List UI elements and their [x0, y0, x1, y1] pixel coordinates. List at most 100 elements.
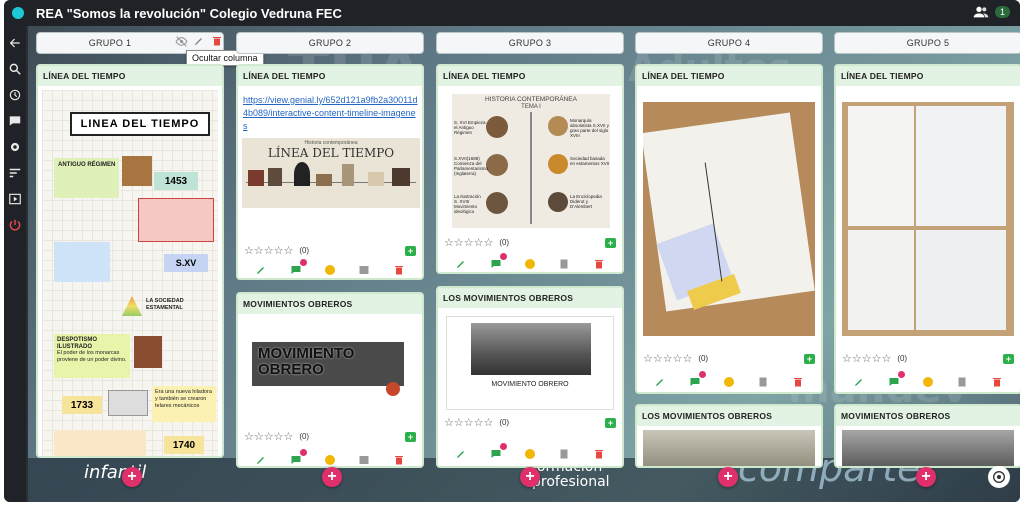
- info-icon[interactable]: [524, 258, 536, 270]
- card-linea-tiempo-g2[interactable]: LÍNEA DEL TIEMPO https://view.genial.ly/…: [236, 64, 424, 280]
- star-rating[interactable]: ☆☆☆☆☆ (0): [244, 244, 309, 257]
- add-card-button-grupo-4[interactable]: +: [718, 467, 738, 487]
- rating-count: (0): [299, 432, 310, 441]
- hide-eye-icon[interactable]: [174, 34, 188, 48]
- card-movimientos-obreros-g4[interactable]: LOS MOVIMIENTOS OBREROS: [635, 404, 823, 468]
- add-comment-button[interactable]: +: [1003, 354, 1014, 364]
- add-comment-button[interactable]: +: [804, 354, 815, 364]
- info-icon[interactable]: [324, 454, 336, 466]
- edit-pencil-icon[interactable]: [853, 376, 865, 388]
- poster-year: 1453: [154, 172, 198, 190]
- app-logo[interactable]: [12, 7, 24, 19]
- info-icon[interactable]: [723, 376, 735, 388]
- assistant-logo-icon[interactable]: [988, 466, 1010, 488]
- add-comment-button[interactable]: +: [405, 246, 416, 256]
- card-image[interactable]: [842, 430, 1014, 466]
- movimiento-slide-image[interactable]: MOVIMIENTO OBRERO: [446, 316, 614, 410]
- chat-icon[interactable]: [8, 114, 22, 128]
- star-rating[interactable]: ☆☆☆☆☆ (0): [842, 352, 907, 365]
- document-icon[interactable]: [956, 376, 968, 388]
- delete-trash-icon[interactable]: [210, 34, 224, 48]
- add-card-button-grupo-5[interactable]: +: [916, 467, 936, 487]
- slide-thumb: [368, 172, 384, 186]
- delete-trash-icon[interactable]: [393, 264, 405, 276]
- card-movimientos-obreros-g2[interactable]: MOVIMIENTOS OBREROS MOVIMIENTO OBRERO ☆☆…: [236, 292, 424, 468]
- card-linea-tiempo-g4[interactable]: LÍNEA DEL TIEMPO ☆☆☆☆☆ (0) +: [635, 64, 823, 394]
- document-icon[interactable]: [757, 376, 769, 388]
- genially-slide-image[interactable]: Historia contemporánea LÍNEA DEL TIEMPO: [242, 138, 420, 208]
- card-movimientos-obreros-g5[interactable]: MOVIMIENTOS OBREROS: [834, 404, 1020, 468]
- card-image[interactable]: [643, 430, 815, 466]
- column-title: GRUPO 5: [906, 38, 950, 48]
- star-rating[interactable]: ☆☆☆☆☆ (0): [444, 416, 509, 429]
- add-comment-button[interactable]: +: [605, 418, 616, 428]
- edit-pencil-icon[interactable]: [192, 34, 206, 48]
- history-thumb: [548, 116, 568, 136]
- movimiento-obrero-image[interactable]: MOVIMIENTO OBRERO: [252, 342, 404, 386]
- board-canvas: TUA Adultos mar.dev infantil formación p…: [28, 26, 1020, 502]
- add-card-button-grupo-2[interactable]: +: [322, 467, 342, 487]
- search-icon[interactable]: [8, 62, 22, 76]
- card-movimientos-obreros-g3[interactable]: LOS MOVIMIENTOS OBREROS MOVIMIENTO OBRER…: [436, 286, 624, 468]
- star-rating[interactable]: ☆☆☆☆☆ (0): [643, 352, 708, 365]
- card-title: LOS MOVIMIENTOS OBREROS: [438, 288, 622, 308]
- edit-pencil-icon[interactable]: [455, 258, 467, 270]
- info-icon[interactable]: [324, 264, 336, 276]
- history-slide-image[interactable]: HISTORIA CONTEMPORÁNEA TEMA I S. XVI Emp…: [452, 94, 610, 228]
- online-users[interactable]: 1: [973, 4, 1010, 20]
- sort-icon[interactable]: [8, 166, 22, 180]
- comments-icon[interactable]: [490, 443, 507, 460]
- handmade-timeline-photo[interactable]: [643, 102, 815, 336]
- delete-trash-icon[interactable]: [593, 258, 605, 270]
- add-comment-button[interactable]: +: [405, 432, 416, 442]
- settings-gear-icon[interactable]: [8, 140, 22, 154]
- add-card-button-grupo-1[interactable]: +: [122, 467, 142, 487]
- card-linea-tiempo-g3[interactable]: LÍNEA DEL TIEMPO HISTORIA CONTEMPORÁNEA …: [436, 64, 624, 274]
- comments-icon[interactable]: [689, 371, 706, 388]
- poster-text: DESPOTISMO ILUSTRADO: [57, 337, 98, 350]
- sidebar: [4, 26, 26, 502]
- edit-pencil-icon[interactable]: [255, 454, 267, 466]
- column-header-grupo-5[interactable]: GRUPO 5: [834, 32, 1020, 54]
- document-icon[interactable]: [558, 448, 570, 460]
- comments-icon[interactable]: [490, 253, 507, 270]
- edit-pencil-icon[interactable]: [255, 264, 267, 276]
- info-icon[interactable]: [524, 448, 536, 460]
- column-header-grupo-2[interactable]: GRUPO 2: [236, 32, 424, 54]
- handmade-timeline-photo[interactable]: [842, 102, 1014, 336]
- info-icon[interactable]: [922, 376, 934, 388]
- genially-link[interactable]: https://view.genial.ly/652d121a9fb2a3001…: [243, 94, 419, 133]
- add-comment-button[interactable]: +: [605, 238, 616, 248]
- delete-trash-icon[interactable]: [393, 454, 405, 466]
- power-icon[interactable]: [8, 218, 22, 232]
- back-arrow-icon[interactable]: [8, 36, 22, 50]
- document-icon[interactable]: [558, 258, 570, 270]
- card-linea-tiempo-g1[interactable]: LÍNEA DEL TIEMPO LINEA DEL TIEMPO ANTIGU…: [36, 64, 224, 458]
- delete-trash-icon[interactable]: [792, 376, 804, 388]
- slide-item: La Enciclopedia Diderot y D'Alembert: [570, 194, 602, 209]
- image-icon[interactable]: [358, 264, 370, 276]
- card-linea-tiempo-g5[interactable]: LÍNEA DEL TIEMPO ☆☆☆☆☆ (0) +: [834, 64, 1020, 394]
- poster-year: 1740: [164, 436, 204, 454]
- image-icon[interactable]: [358, 454, 370, 466]
- card-actions: [637, 371, 821, 388]
- timeline-poster-image[interactable]: LINEA DEL TIEMPO ANTIGUO RÉGIMEN 1453 S.…: [42, 90, 218, 456]
- comments-icon[interactable]: [290, 449, 307, 466]
- poster-text: El poder de los monarcas proviene de un …: [57, 350, 127, 363]
- crowd-photo: [471, 323, 591, 375]
- delete-trash-icon[interactable]: [991, 376, 1003, 388]
- history-icon[interactable]: [8, 88, 22, 102]
- column-header-grupo-3[interactable]: GRUPO 3: [436, 32, 624, 54]
- comments-icon[interactable]: [290, 259, 307, 276]
- column-header-grupo-4[interactable]: GRUPO 4: [635, 32, 823, 54]
- star-rating[interactable]: ☆☆☆☆☆ (0): [244, 430, 309, 443]
- add-card-button-grupo-3[interactable]: +: [520, 467, 540, 487]
- card-actions: [238, 449, 422, 466]
- slide-item: S.XVII(1688) Comienza del Parlamentarism…: [454, 156, 489, 176]
- star-rating[interactable]: ☆☆☆☆☆ (0): [444, 236, 509, 249]
- edit-pencil-icon[interactable]: [654, 376, 666, 388]
- presentation-icon[interactable]: [8, 192, 22, 206]
- delete-trash-icon[interactable]: [593, 448, 605, 460]
- edit-pencil-icon[interactable]: [455, 448, 467, 460]
- comments-icon[interactable]: [888, 371, 905, 388]
